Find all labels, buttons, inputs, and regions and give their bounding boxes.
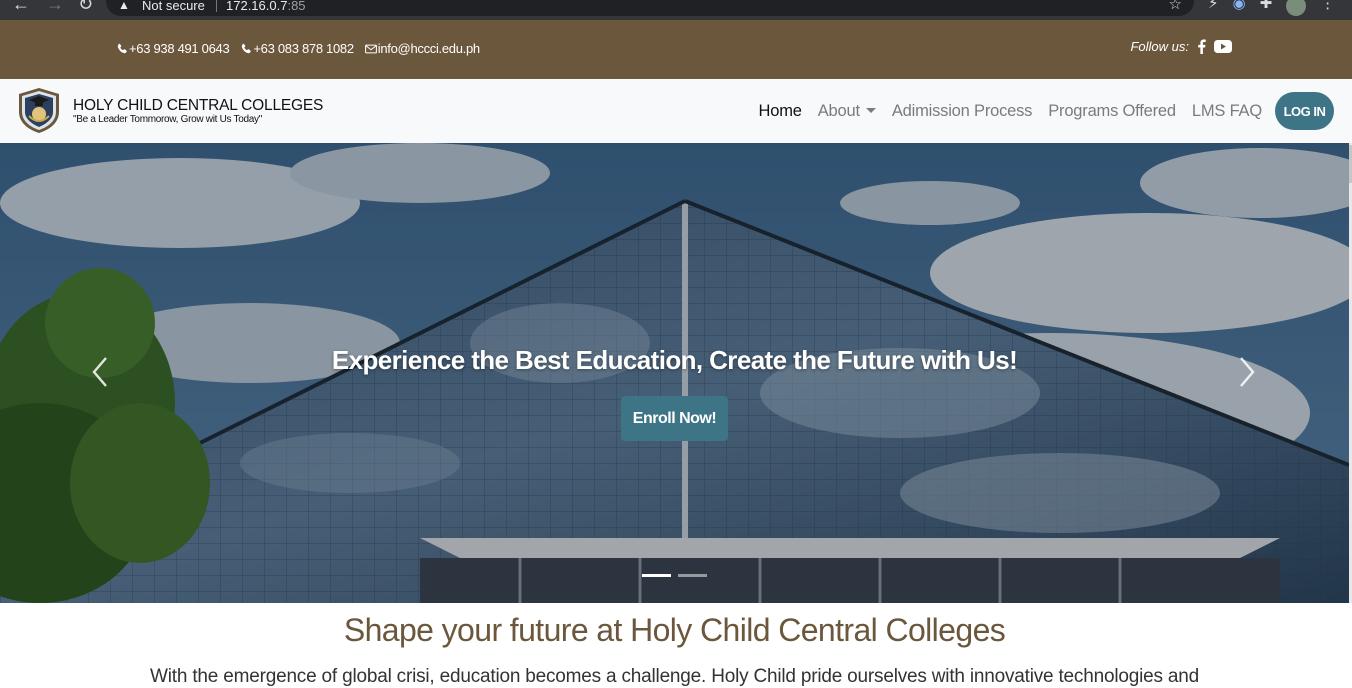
profile-avatar[interactable] (1286, 0, 1307, 16)
security-label: Not secure (142, 0, 205, 13)
nav-home[interactable]: Home (759, 102, 802, 121)
phone-icon (117, 43, 127, 53)
brand-tagline: "Be a Leader Tommorow, Grow wit Us Today… (73, 114, 262, 125)
phone-number-1: +63 938 491 0643 (129, 41, 230, 56)
reload-icon[interactable]: ↻ (78, 0, 93, 14)
extensions-area: ⚡ ◉ ✚ ⋮ (1208, 0, 1335, 16)
nav-admission-process[interactable]: Adimission Process (892, 102, 1033, 121)
carousel-indicators (642, 574, 707, 577)
phone-number-2: +63 083 878 1082 (253, 41, 354, 56)
hero-headline: Experience the Best Education, Create th… (331, 345, 1018, 375)
envelope-icon (364, 44, 377, 53)
url-text: 172.16.0.7:85 (226, 0, 306, 13)
bookmark-star-icon[interactable]: ☆ (1169, 0, 1182, 13)
nav-lms-faq[interactable]: LMS FAQ (1192, 102, 1262, 121)
omnibox-divider (216, 0, 217, 12)
email-address: info@hccci.edu.ph (377, 41, 480, 56)
contact-phone-1[interactable]: +63 938 491 0643 (116, 41, 230, 56)
shield-extension-icon[interactable]: ◉ (1233, 0, 1246, 16)
browser-toolbar: ← → ↻ ▲ Not secure 172.16.0.7:85 ☆ ⚡ ◉ ✚… (0, 0, 1352, 20)
carousel-indicator-1[interactable] (642, 574, 671, 577)
facebook-icon[interactable] (1197, 39, 1206, 54)
section-heading: Shape your future at Holy Child Central … (343, 612, 1006, 648)
follow-label: Follow us: (1130, 39, 1189, 54)
carousel-indicator-2[interactable] (678, 574, 707, 577)
menu-dots-icon[interactable]: ⋮ (1320, 0, 1335, 16)
main-navbar: HOLY CHILD CENTRAL COLLEGES "Be a Leader… (0, 79, 1352, 143)
social-links: Follow us: (1130, 39, 1232, 54)
contact-list: +63 938 491 0643 +63 083 878 1082 info@h… (116, 41, 480, 56)
section-intro-text: With the emergence of global crisi, educ… (150, 666, 1199, 687)
nav-about-label: About (817, 101, 860, 120)
nav-about[interactable]: About (818, 102, 876, 121)
phone-icon (242, 43, 252, 53)
contact-bar: +63 938 491 0643 +63 083 878 1082 info@h… (0, 20, 1352, 79)
extension-icon[interactable]: ⚡ (1208, 0, 1219, 16)
contact-phone-2[interactable]: +63 083 878 1082 (240, 41, 354, 56)
college-logo[interactable] (15, 86, 63, 134)
puzzle-icon[interactable]: ✚ (1260, 0, 1273, 16)
nav-menu: Home About Adimission Process Programs O… (759, 92, 1334, 130)
back-icon[interactable]: ← (12, 0, 30, 14)
login-button[interactable]: LOG IN (1275, 92, 1334, 130)
enroll-now-button[interactable]: Enroll Now! (621, 396, 728, 441)
nav-programs-offered[interactable]: Programs Offered (1048, 102, 1176, 121)
forward-icon[interactable]: → (46, 0, 64, 14)
caret-down-icon (865, 107, 876, 113)
brand-name[interactable]: HOLY CHILD CENTRAL COLLEGES (73, 97, 323, 115)
address-bar[interactable]: ▲ Not secure 172.16.0.7:85 ☆ (106, 0, 1194, 16)
contact-email[interactable]: info@hccci.edu.ph (364, 41, 480, 56)
youtube-icon[interactable] (1214, 40, 1232, 53)
hero-carousel: Experience the Best Education, Create th… (0, 143, 1349, 603)
warning-icon: ▲ (118, 0, 130, 12)
